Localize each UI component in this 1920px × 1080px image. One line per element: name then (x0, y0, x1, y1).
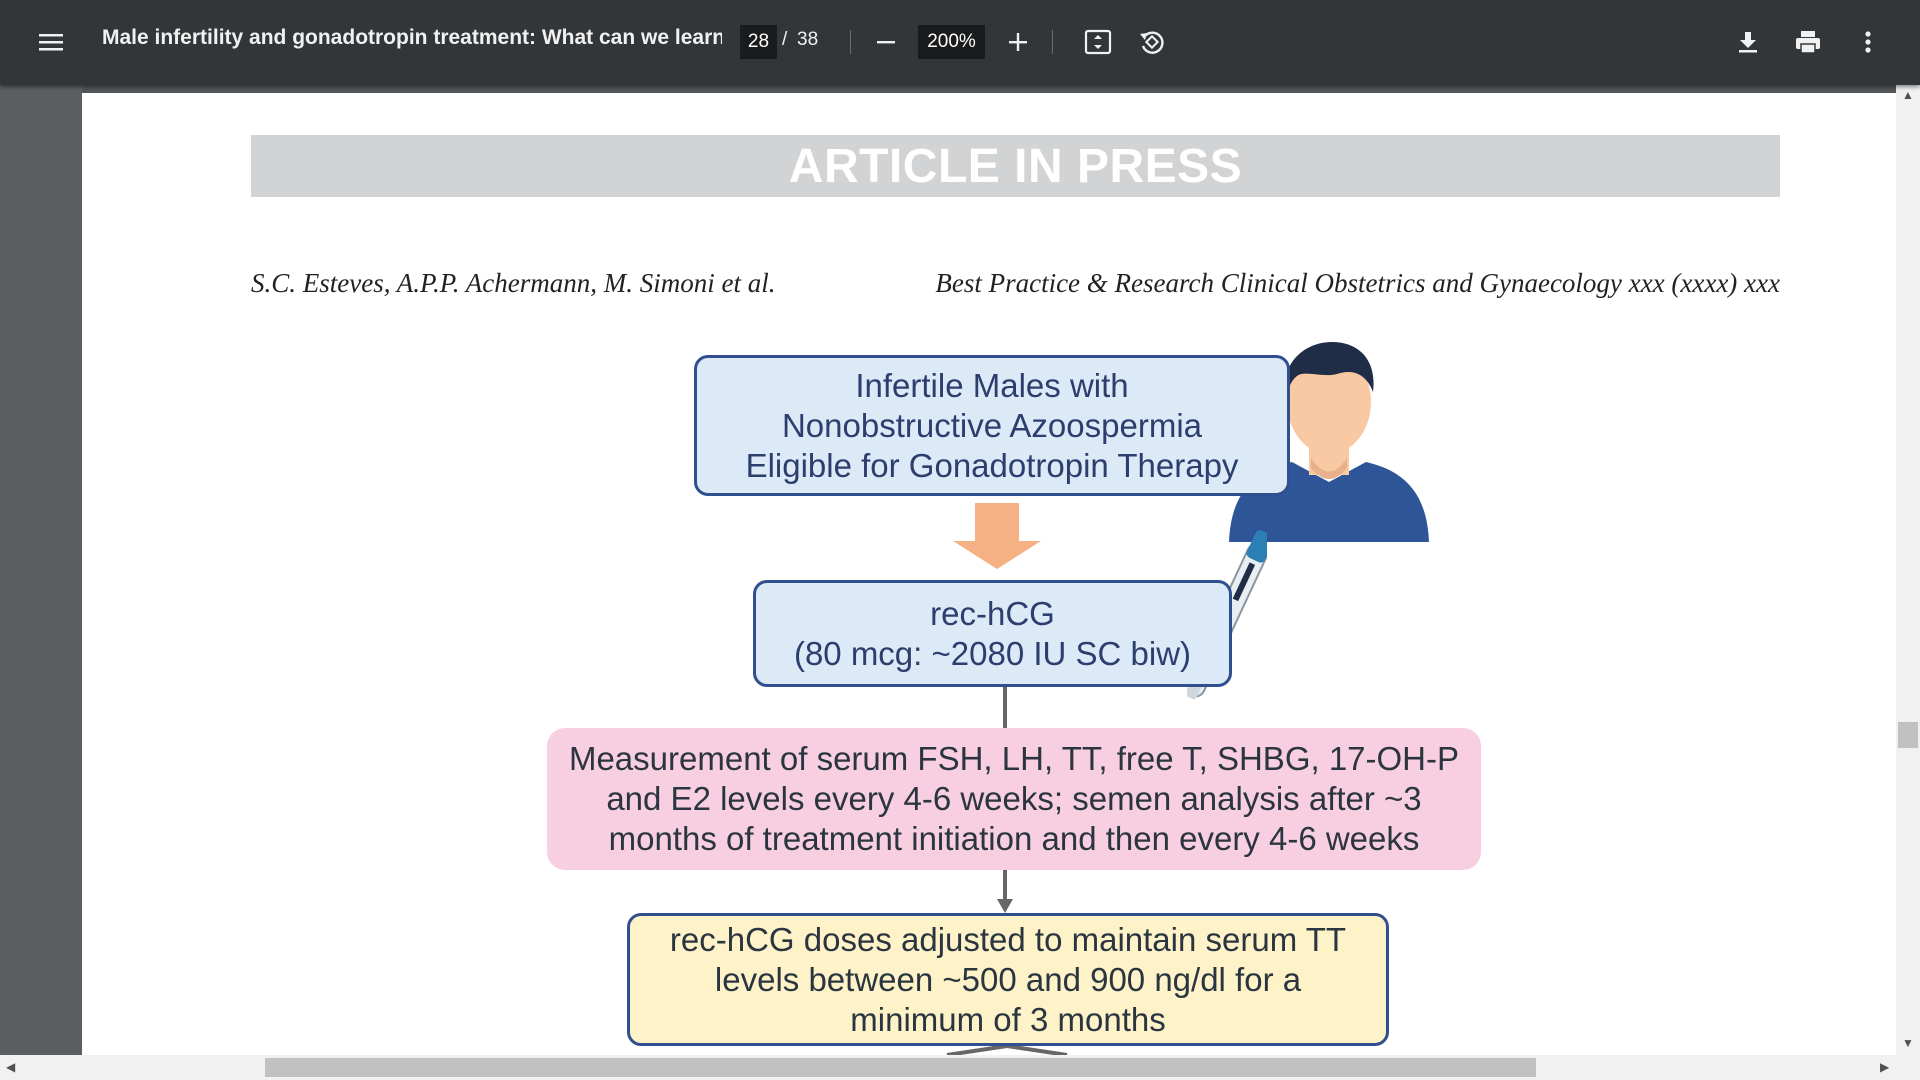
connector-line (1003, 687, 1007, 728)
scroll-up-arrow[interactable]: ▲ (1902, 88, 1914, 102)
print-button[interactable] (1790, 24, 1826, 60)
minus-icon (877, 41, 895, 44)
rotate-button[interactable] (1133, 24, 1169, 60)
viewer-background (0, 85, 82, 1055)
toolbar-divider (1052, 30, 1053, 54)
document-title: Male infertility and gonadotropin treatm… (102, 26, 722, 49)
rotate-counterclockwise-icon (1140, 31, 1164, 54)
scroll-left-arrow[interactable]: ◀ (6, 1060, 15, 1074)
connector-arrowhead (997, 899, 1013, 913)
connector-split-lines (946, 1046, 1068, 1055)
download-button[interactable] (1730, 24, 1766, 60)
flowchart-box-rec-hcg: rec-hCG (80 mcg: ~2080 IU SC biw) (753, 580, 1232, 687)
pdf-toolbar: Male infertility and gonadotropin treatm… (0, 0, 1920, 85)
vertical-scrollbar[interactable] (1896, 85, 1920, 1055)
running-head-authors: S.C. Esteves, A.P.P. Achermann, M. Simon… (251, 268, 776, 298)
fit-to-page-button[interactable] (1080, 24, 1116, 60)
article-in-press-banner: ARTICLE IN PRESS (251, 135, 1780, 197)
zoom-out-button[interactable] (869, 25, 903, 59)
download-icon (1739, 32, 1757, 53)
total-pages: 38 (797, 29, 819, 50)
running-head-journal: Best Practice & Research Clinical Obstet… (935, 268, 1780, 298)
print-icon (1796, 31, 1820, 54)
page-separator: / (782, 29, 788, 50)
more-actions-button[interactable] (1850, 24, 1886, 60)
pdf-page: ARTICLE IN PRESS S.C. Esteves, A.P.P. Ac… (82, 93, 1896, 1055)
flowchart-box-dose-adjustment: rec-hCG doses adjusted to maintain serum… (627, 913, 1389, 1046)
flowchart-box-monitoring: Measurement of serum FSH, LH, TT, free T… (547, 728, 1481, 870)
zoom-in-button[interactable] (1001, 25, 1035, 59)
scroll-right-arrow[interactable]: ▶ (1880, 1060, 1889, 1074)
toolbar-divider (850, 30, 851, 54)
zoom-level-input[interactable]: 200% (918, 25, 985, 59)
horizontal-scroll-thumb[interactable] (265, 1058, 1536, 1077)
current-page-input[interactable]: 28 (740, 25, 777, 59)
plus-icon (1009, 33, 1027, 51)
scroll-down-arrow[interactable]: ▼ (1902, 1036, 1914, 1050)
vertical-scroll-thumb[interactable] (1898, 722, 1918, 748)
hamburger-menu-icon[interactable] (34, 25, 68, 59)
flowchart-box-patients: Infertile Males with Nonobstructive Azoo… (694, 355, 1290, 496)
more-vertical-icon (1865, 31, 1871, 53)
fit-to-page-icon (1084, 29, 1112, 55)
down-arrow-icon (953, 503, 1041, 569)
